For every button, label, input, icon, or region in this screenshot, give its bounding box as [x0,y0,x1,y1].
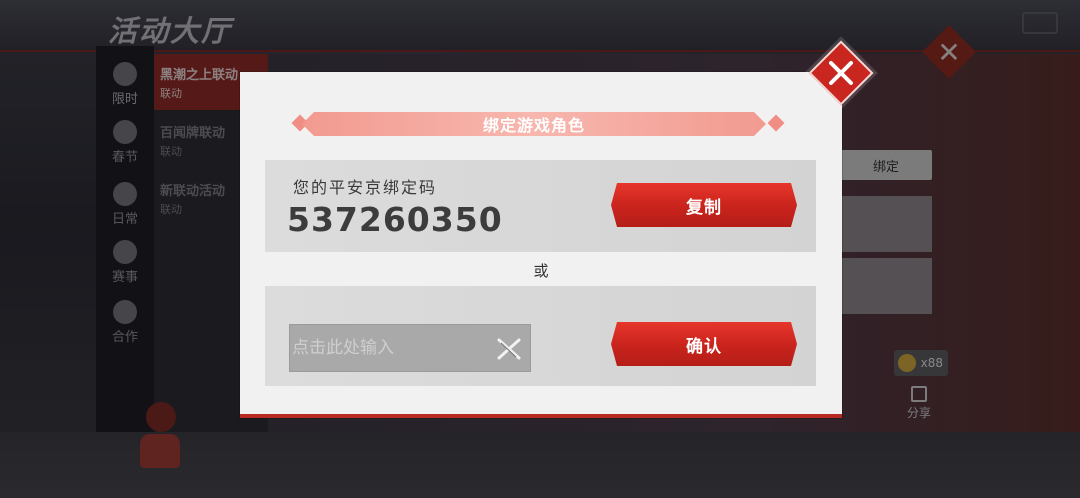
bind-code-input[interactable] [290,325,490,371]
clear-input-icon[interactable] [496,336,522,362]
code-input-box [289,324,531,372]
dialog-title: 绑定游戏角色 [302,112,766,136]
bind-role-dialog: 绑定游戏角色 您的平安京绑定码 537260350 复制 或 确认 [240,72,842,418]
dialog-title-text: 绑定游戏角色 [482,116,585,135]
close-icon [820,52,862,94]
confirm-button[interactable]: 确认 [611,322,797,366]
bind-code-value: 537260350 [287,200,503,239]
copy-button[interactable]: 复制 [611,183,797,227]
bind-code-panel: 您的平安京绑定码 537260350 复制 [265,160,816,252]
bind-code-label: 您的平安京绑定码 [293,178,438,197]
copy-button-label: 复制 [686,197,722,218]
ribbon-diamond-icon [767,114,785,132]
confirm-button-label: 确认 [686,336,722,357]
input-code-panel: 确认 [265,286,816,386]
or-separator: 或 [533,262,549,280]
